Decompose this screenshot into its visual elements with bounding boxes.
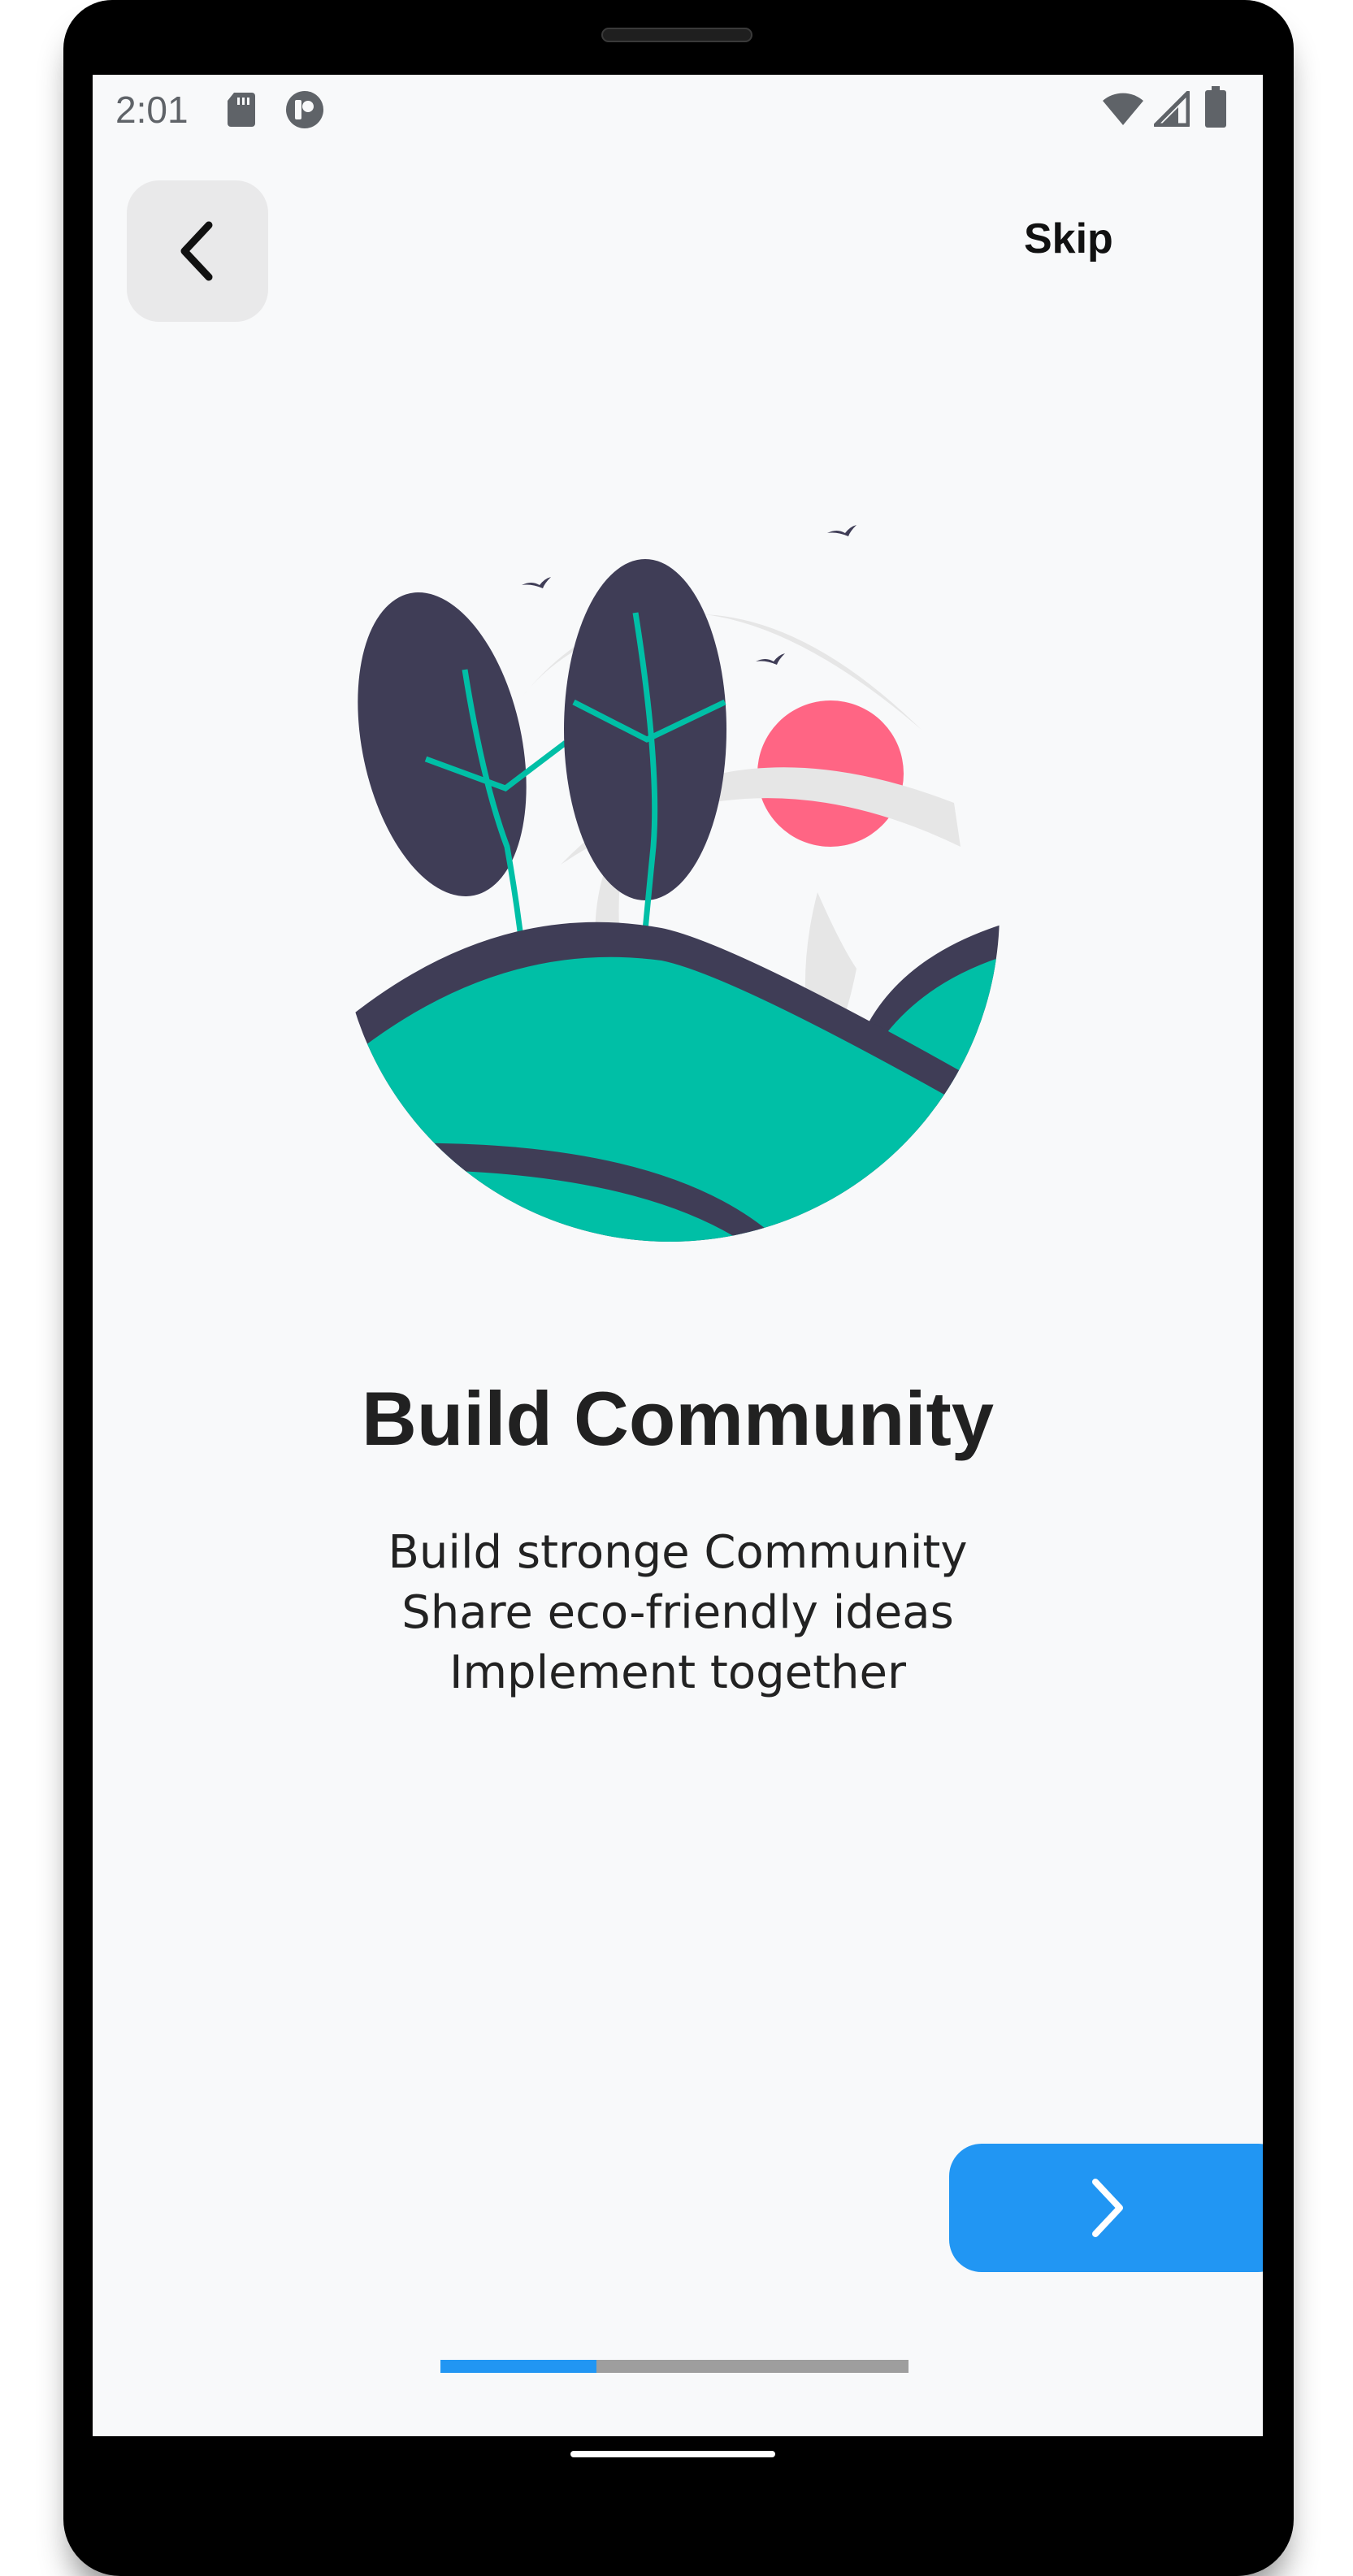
description-line: Implement together	[449, 1646, 907, 1699]
page-progress-fill	[440, 2360, 596, 2373]
onboarding-title: Build Community	[361, 1376, 995, 1461]
cell-signal-icon	[1154, 91, 1190, 127]
sd-card-icon	[228, 93, 255, 127]
skip-button[interactable]: Skip	[1024, 215, 1113, 263]
home-indicator[interactable]	[570, 2451, 775, 2457]
status-time: 2:01	[115, 89, 189, 131]
back-button[interactable]	[127, 180, 268, 322]
next-button[interactable]	[949, 2144, 1263, 2272]
app-screen: 2:01 Skip Build Community Build stronge …	[93, 75, 1263, 2436]
page-progress-indicator	[440, 2360, 909, 2373]
wifi-icon	[1103, 93, 1143, 125]
community-illustration	[340, 525, 1000, 1242]
notification-app-icon	[286, 91, 323, 128]
status-bar: 2:01	[93, 75, 1263, 145]
battery-icon	[1205, 86, 1226, 128]
description-line: Share eco-friendly ideas	[401, 1586, 954, 1639]
description-line: Build stronge Community	[388, 1526, 968, 1579]
bird-icon	[756, 653, 785, 665]
chevron-right-icon	[1092, 2179, 1123, 2237]
chevron-left-icon	[180, 221, 213, 281]
onboarding-description: Build stronge Community Share eco-friend…	[93, 1523, 1263, 1703]
bird-icon	[522, 577, 551, 588]
bird-icon	[827, 525, 856, 536]
earpiece-speaker	[601, 28, 752, 42]
